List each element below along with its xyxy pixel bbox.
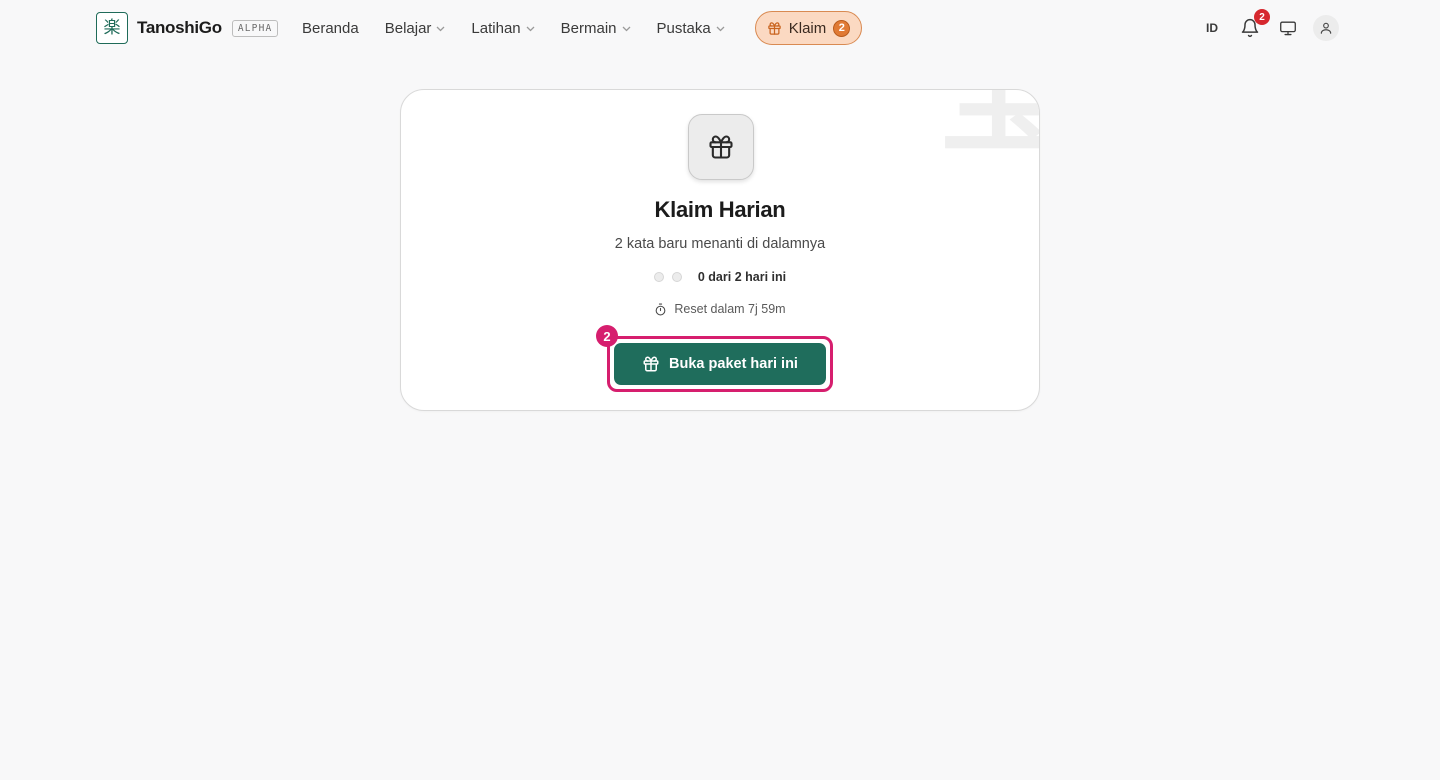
- daily-progress: 0 dari 2 hari ini: [401, 270, 1039, 284]
- top-navigation-bar: 楽 TanoshiGo ALPHA Beranda Belajar Latiha…: [0, 0, 1440, 56]
- step-marker-badge: 2: [596, 325, 618, 347]
- monitor-icon[interactable]: [1279, 20, 1297, 36]
- gift-icon-tile: [688, 114, 754, 180]
- language-switcher[interactable]: ID: [1206, 21, 1218, 35]
- nav-item-label: Bermain: [560, 19, 617, 37]
- nav-item-latihan[interactable]: Latihan: [471, 18, 535, 38]
- klaim-count-badge: 2: [833, 19, 851, 37]
- alpha-badge: ALPHA: [231, 19, 279, 37]
- klaim-label: Klaim: [788, 19, 827, 37]
- main-nav: Beranda Belajar Latihan Bermain Pustaka: [302, 18, 725, 38]
- card-subtitle: 2 kata baru menanti di dalamnya: [614, 236, 826, 252]
- brand-name: TanoshiGo: [137, 18, 222, 37]
- nav-item-label: Belajar: [384, 19, 432, 37]
- progress-dot: [653, 272, 664, 282]
- logo-icon: 楽: [96, 12, 128, 44]
- nav-item-label: Beranda: [302, 19, 359, 37]
- gift-icon: [643, 356, 659, 372]
- notification-count-badge: 2: [1254, 9, 1270, 25]
- chevron-down-icon: [526, 26, 535, 31]
- open-daily-package-button[interactable]: Buka paket hari ini: [614, 343, 826, 385]
- nav-item-pustaka[interactable]: Pustaka: [657, 18, 725, 38]
- gift-icon: [709, 135, 733, 159]
- progress-label: 0 dari 2 hari ini: [697, 270, 787, 284]
- chevron-down-icon: [436, 26, 445, 31]
- chevron-down-icon: [716, 26, 725, 31]
- nav-item-bermain[interactable]: Bermain: [561, 18, 631, 38]
- reset-timer: Reset dalam 7j 59m: [401, 302, 1039, 316]
- chevron-down-icon: [622, 26, 630, 31]
- nav-item-label: Latihan: [471, 19, 521, 37]
- user-menu-button[interactable]: [1313, 15, 1339, 41]
- reset-label: Reset dalam 7j 59m: [674, 302, 786, 316]
- daily-claim-card: 宝 Klaim Harian 2 kata baru menanti di da…: [400, 89, 1040, 411]
- progress-dot: [671, 272, 682, 282]
- cta-label: Buka paket hari ini: [669, 356, 798, 372]
- klaim-button[interactable]: Klaim 2: [755, 11, 862, 45]
- gift-icon: [767, 21, 781, 35]
- nav-item-belajar[interactable]: Belajar: [385, 18, 446, 38]
- brand-home-link[interactable]: 楽 TanoshiGo ALPHA: [96, 12, 279, 44]
- nav-item-beranda[interactable]: Beranda: [302, 18, 359, 38]
- timer-icon: [656, 303, 666, 315]
- kanji-watermark: 宝: [939, 90, 1039, 160]
- user-icon: [1320, 22, 1332, 34]
- nav-item-label: Pustaka: [656, 19, 711, 37]
- card-title: Klaim Harian: [654, 197, 786, 222]
